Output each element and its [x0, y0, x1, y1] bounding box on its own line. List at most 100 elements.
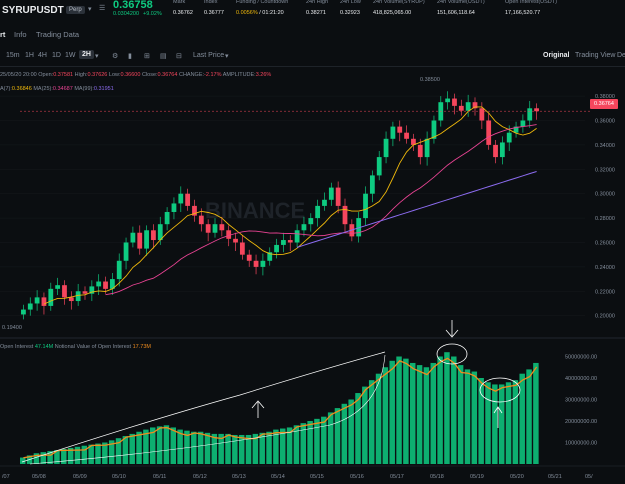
- price-axis-label: 0.26000: [595, 240, 615, 246]
- time-axis-label: 05/21: [548, 474, 562, 480]
- oi-bar: [457, 365, 464, 464]
- candle-body: [417, 144, 423, 158]
- oi-bar: [498, 384, 505, 464]
- time-axis-label: 05/11: [153, 474, 166, 480]
- time-axis-label: 05/19: [470, 474, 484, 480]
- candle-body: [198, 215, 204, 225]
- candle-body: [390, 126, 396, 139]
- oi-bar: [95, 443, 101, 464]
- candle-body: [233, 238, 238, 243]
- current-price-tag: 0.36764: [590, 99, 618, 109]
- time-axis-label: 05/20: [510, 474, 524, 480]
- oi-axis-label: 40000000.00: [565, 376, 597, 382]
- candle-body: [205, 224, 211, 233]
- price-axis-label: 0.32000: [595, 167, 615, 173]
- price-axis-label: 0.24000: [595, 265, 615, 271]
- candle-body: [253, 260, 259, 267]
- candle-body: [328, 187, 334, 200]
- candle-body: [246, 254, 252, 261]
- oi-bar: [143, 429, 149, 464]
- candle-body: [171, 203, 177, 212]
- candle-body: [424, 138, 430, 158]
- price-chart[interactable]: 0.380000.360000.340000.320000.300000.280…: [0, 0, 625, 484]
- candle-body: [527, 108, 533, 121]
- candle-body: [239, 242, 245, 255]
- oi-bar: [396, 356, 402, 464]
- candle-body: [465, 102, 471, 111]
- notional-value: 17.73M: [132, 344, 151, 350]
- oi-axis-label: 30000000.00: [565, 398, 597, 404]
- candle-body: [506, 132, 512, 143]
- candle-body: [281, 240, 286, 245]
- oi-bar: [382, 367, 389, 464]
- candle-body: [445, 98, 451, 103]
- oi-bar: [238, 434, 245, 464]
- price-axis-label: 0.20000: [595, 314, 615, 320]
- oi-bar: [362, 386, 368, 464]
- price-axis-label: 0.36000: [595, 118, 615, 124]
- oi-bar: [191, 431, 197, 464]
- time-axis-label: 05/14: [271, 474, 285, 480]
- oi-bar: [478, 378, 484, 464]
- oi-bar: [307, 421, 313, 464]
- annotation-arrow-down: [445, 320, 459, 338]
- candle-body: [458, 105, 464, 111]
- watermark: BINANCE: [205, 198, 305, 223]
- candle-body: [369, 175, 375, 194]
- candle-body: [151, 230, 156, 241]
- low-marker: 0.19400: [2, 325, 22, 331]
- price-axis-label: 0.30000: [595, 192, 615, 198]
- candle-body: [534, 108, 539, 112]
- ma25-line: [105, 124, 537, 296]
- ma99-line: [296, 171, 537, 248]
- candle-body: [164, 211, 170, 225]
- candle-body: [144, 230, 149, 249]
- candle-body: [82, 291, 88, 294]
- annotation-arrow-up: [251, 400, 265, 418]
- price-axis-label: 0.34000: [595, 143, 615, 149]
- candle-body: [486, 120, 492, 145]
- candle-body: [34, 297, 40, 304]
- oi-bar: [444, 352, 450, 464]
- candle-body: [130, 232, 136, 243]
- oi-bar: [403, 358, 409, 464]
- oi-bar: [300, 423, 306, 464]
- oi-bar: [204, 432, 211, 464]
- oi-bar: [177, 429, 183, 464]
- candle-body: [363, 193, 368, 219]
- time-axis-label: 05/17: [390, 474, 404, 480]
- candle-body: [342, 205, 348, 225]
- candle-body: [178, 193, 184, 204]
- oi-axis-label: 10000000.00: [565, 441, 597, 447]
- candle-body: [68, 297, 74, 302]
- high-marker: 0.38500: [420, 77, 440, 83]
- oi-bar: [430, 362, 436, 464]
- time-axis-label: 05/: [585, 474, 593, 480]
- oi-bar: [163, 425, 170, 464]
- notional-label: Notional Value of Open Interest: [54, 344, 132, 350]
- oi-value: 47.14M: [34, 344, 54, 350]
- candle-body: [376, 157, 382, 176]
- candle-body: [21, 309, 26, 315]
- time-axis-label: 05/16: [350, 474, 364, 480]
- oi-bar: [321, 416, 327, 464]
- candle-body: [493, 144, 498, 158]
- oi-bar: [437, 356, 443, 464]
- oi-bar: [40, 452, 46, 464]
- candle-body: [383, 138, 389, 158]
- oi-bar: [74, 446, 81, 464]
- candle-body: [137, 232, 143, 249]
- price-axis-label: 0.22000: [595, 289, 615, 295]
- oi-bar: [129, 433, 135, 464]
- oi-bar: [526, 369, 532, 464]
- oi-bar: [314, 418, 320, 464]
- candle-body: [116, 260, 122, 280]
- candle-body: [212, 224, 218, 233]
- time-axis-label: /07: [2, 474, 10, 480]
- candle-body: [96, 281, 102, 287]
- candle-body: [219, 224, 225, 231]
- oi-bar: [259, 432, 265, 464]
- oi-legend: Open Interest 47.14M Notional Value of O…: [0, 344, 151, 350]
- candle-body: [55, 285, 61, 289]
- oi-bar: [197, 431, 204, 464]
